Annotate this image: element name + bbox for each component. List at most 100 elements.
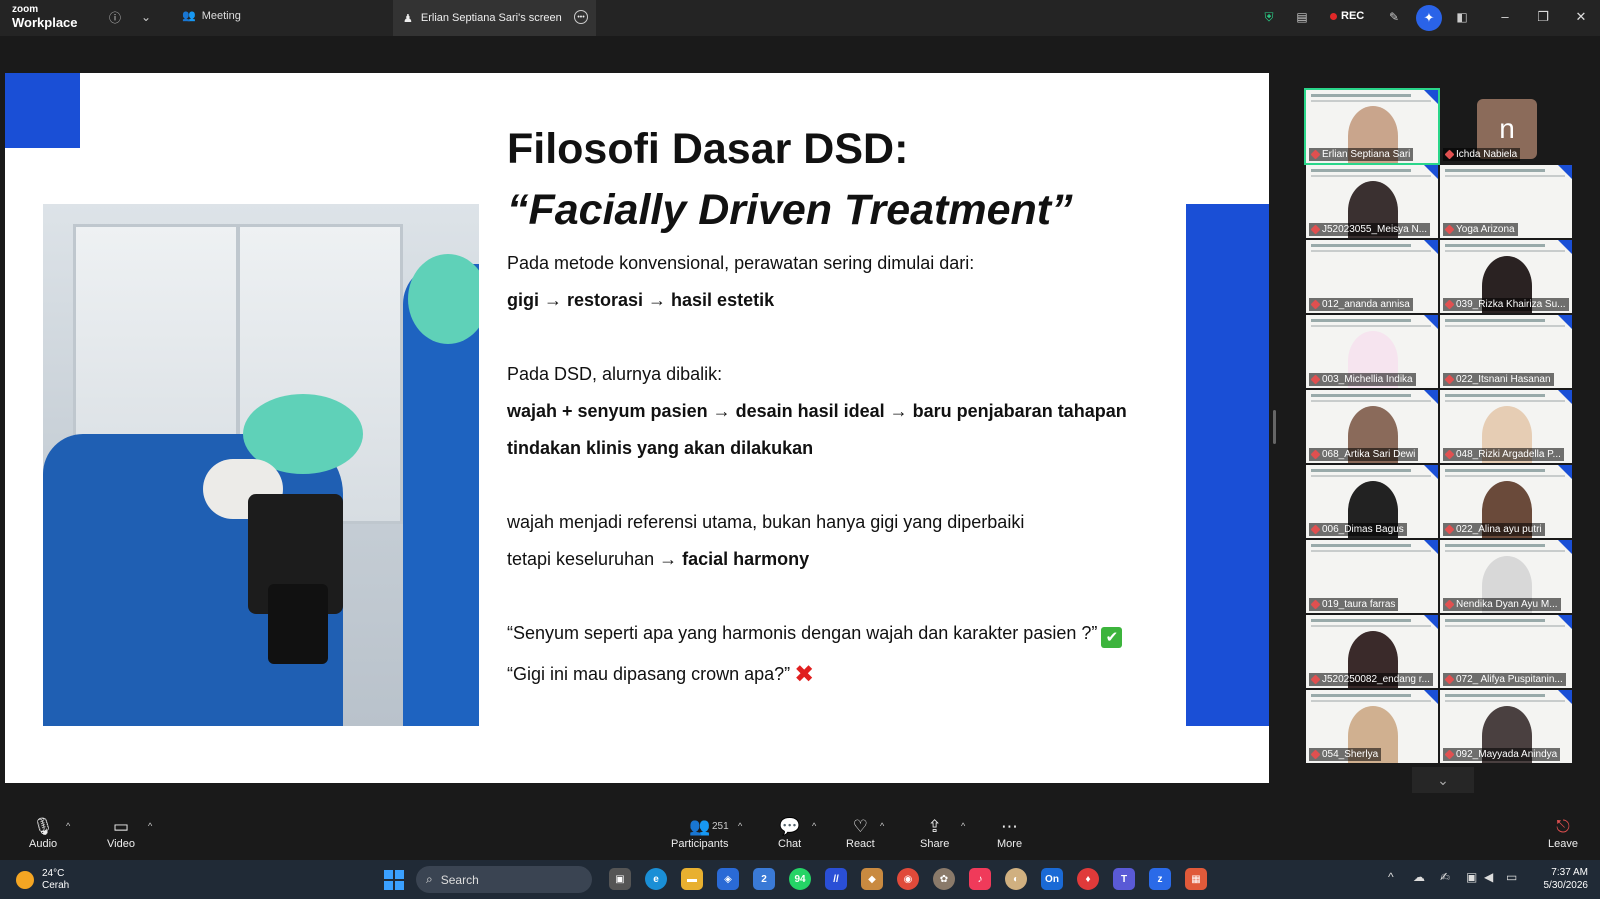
app-icon[interactable]: On <box>1041 868 1063 890</box>
participant-tile[interactable]: J52023055_Meisya N... <box>1306 165 1438 238</box>
app-icon[interactable]: ◐ <box>1005 868 1027 890</box>
participant-tile[interactable]: J520250082_endang r... <box>1306 615 1438 688</box>
participant-tile[interactable]: 019_taura farras <box>1306 540 1438 613</box>
zoom-icon[interactable]: z <box>1149 868 1171 890</box>
annotate-pen-icon[interactable]: ✎ <box>1385 8 1403 26</box>
chevron-down-icon: ⌄ <box>1437 771 1449 788</box>
leave-icon: ⎋ <box>1556 817 1570 836</box>
slide-subtitle: “Facially Driven Treatment” <box>507 186 1073 234</box>
app-icon[interactable]: ▦ <box>1185 868 1207 890</box>
share-button[interactable]: ⇪ Share <box>920 816 949 850</box>
participant-tile[interactable]: 072_ Alifya Puspitanin... <box>1440 615 1572 688</box>
cross-mark-icon: ✖ <box>794 661 815 688</box>
app-icon[interactable]: // <box>825 868 847 890</box>
participant-tile[interactable]: 006_Dimas Bagus <box>1306 465 1438 538</box>
person-icon: ♟ <box>403 12 413 25</box>
participant-tile[interactable]: 012_ananda annisa <box>1306 240 1438 313</box>
meeting-info-icon[interactable]: ⓘ <box>106 8 124 26</box>
store-icon[interactable]: 2 <box>753 868 775 890</box>
shared-slide: Filosofi Dasar DSD: “Facially Driven Tre… <box>5 73 1269 783</box>
participant-name: 003_Michellia Indika <box>1309 373 1416 386</box>
share-options-caret[interactable]: ^ <box>961 821 965 831</box>
show-hidden-icons[interactable]: ^ <box>1388 870 1394 884</box>
layout-view-icon[interactable]: ◧ <box>1453 8 1471 26</box>
participant-tile[interactable]: 022_Alina ayu putri <box>1440 465 1572 538</box>
participant-name: 092_Mayyada Anindya <box>1443 748 1561 761</box>
ai-companion-button[interactable]: ✦ <box>1416 5 1442 31</box>
chevron-down-icon[interactable]: ⌄ <box>137 8 155 26</box>
cloud-icon[interactable]: ☁ <box>1413 870 1425 884</box>
slide-text: Pada DSD, alurnya dibalik: <box>507 364 723 384</box>
participant-tile[interactable]: Nendika Dyan Ayu M... <box>1440 540 1572 613</box>
participant-name: J52023055_Meisya N... <box>1309 223 1431 236</box>
edge-icon[interactable]: e <box>645 868 667 890</box>
react-options-caret[interactable]: ^ <box>880 821 884 831</box>
task-view-icon[interactable]: ▣ <box>609 868 631 890</box>
participant-tile[interactable]: 092_Mayyada Anindya <box>1440 690 1572 763</box>
participant-tile[interactable]: Ichda Nabiela <box>1440 90 1572 163</box>
zoom-logo: zoom Workplace <box>12 4 78 30</box>
notes-icon[interactable]: ▤ <box>1293 8 1311 26</box>
slide-title: Filosofi Dasar DSD: <box>507 125 909 173</box>
participant-tile[interactable]: 068_Artika Sari Dewi <box>1306 390 1438 463</box>
teams-icon[interactable]: T <box>1113 868 1135 890</box>
chat-button[interactable]: 💬 Chat <box>778 816 801 850</box>
recording-indicator[interactable]: REC <box>1330 10 1364 22</box>
shield-icon[interactable]: ⛨ <box>1260 8 1278 26</box>
app-icon[interactable]: ♦ <box>1077 868 1099 890</box>
participant-name: Nendika Dyan Ayu M... <box>1443 598 1561 611</box>
shared-screen-tab[interactable]: ♟ Erlian Septiana Sari's screen ••• <box>393 0 596 36</box>
chat-options-caret[interactable]: ^ <box>812 821 816 831</box>
more-options-icon[interactable]: ••• <box>574 10 588 24</box>
more-button[interactable]: ⋯ More <box>997 816 1022 850</box>
weather-widget[interactable]: 24°C Cerah <box>16 868 69 892</box>
participant-tile[interactable]: 048_Rizki Argadella P... <box>1440 390 1572 463</box>
participant-tile[interactable]: Erlian Septiana Sari <box>1304 88 1440 165</box>
leave-button[interactable]: ⎋ Leave <box>1548 816 1578 850</box>
video-button[interactable]: ▭ Video <box>107 816 135 850</box>
participant-name: 039_Rizka Khairiza Su... <box>1443 298 1569 311</box>
participant-tile[interactable]: 003_Michellia Indika <box>1306 315 1438 388</box>
taskbar-clock[interactable]: 7:37 AM 5/30/2026 <box>1536 866 1589 892</box>
slide-quote-good: “Senyum seperti apa yang harmonis dengan… <box>507 623 1123 648</box>
more-icon: ⋯ <box>1001 817 1019 836</box>
slide-text-bold: wajah + senyum pasien → desain hasil ide… <box>507 401 1127 421</box>
file-explorer-icon[interactable]: ▬ <box>681 868 703 890</box>
mic-muted-icon: 🎙 <box>32 817 54 836</box>
browser-app-icon[interactable]: ◈ <box>717 868 739 890</box>
meeting-top-bar: zoom Workplace ⓘ ⌄ 👥 Meeting ♟ Erlian Se… <box>0 0 1600 36</box>
app-icon[interactable]: ✿ <box>933 868 955 890</box>
people-icon: 👥 <box>182 10 196 22</box>
decorative-blue-square <box>5 73 80 148</box>
music-icon[interactable]: ♪ <box>969 868 991 890</box>
participant-name: Ichda Nabiela <box>1443 148 1521 161</box>
panel-resize-handle[interactable] <box>1273 410 1276 444</box>
react-button[interactable]: ♡ React <box>846 816 875 850</box>
audio-options-caret[interactable]: ^ <box>66 821 70 831</box>
battery-icon[interactable]: ▭ <box>1506 870 1517 884</box>
taskbar-search[interactable]: ⌕ Search <box>416 866 592 893</box>
whatsapp-icon[interactable]: 94 <box>789 868 811 890</box>
video-options-caret[interactable]: ^ <box>148 821 152 831</box>
participant-tile[interactable]: 039_Rizka Khairiza Su... <box>1440 240 1572 313</box>
restore-icon[interactable]: ❐ <box>1534 9 1552 25</box>
volume-icon[interactable]: ◀ <box>1484 870 1493 884</box>
start-button[interactable] <box>384 870 404 890</box>
minimize-icon[interactable]: – <box>1496 9 1514 24</box>
record-dot-icon <box>1330 12 1337 20</box>
participant-name: Yoga Arizona <box>1443 223 1518 236</box>
language-icon[interactable]: ✍ <box>1440 870 1450 884</box>
app-icon[interactable]: ◆ <box>861 868 883 890</box>
network-icon[interactable]: ▣ <box>1466 870 1477 884</box>
participant-tile[interactable]: Yoga Arizona <box>1440 165 1572 238</box>
sparkle-icon: ✦ <box>1423 10 1435 25</box>
gallery-scroll-down-button[interactable]: ⌄ <box>1412 767 1474 793</box>
chrome-icon[interactable]: ◉ <box>897 868 919 890</box>
audio-button[interactable]: 🎙 Audio <box>29 816 57 850</box>
participants-options-caret[interactable]: ^ <box>738 821 742 831</box>
close-icon[interactable]: ✕ <box>1572 9 1590 25</box>
participant-name: 054_Sherlya <box>1309 748 1382 761</box>
participant-tile[interactable]: 054_Sherlya <box>1306 690 1438 763</box>
participant-tile[interactable]: 022_Itsnani Hasanan <box>1440 315 1572 388</box>
meeting-tab[interactable]: 👥 Meeting <box>182 9 241 23</box>
